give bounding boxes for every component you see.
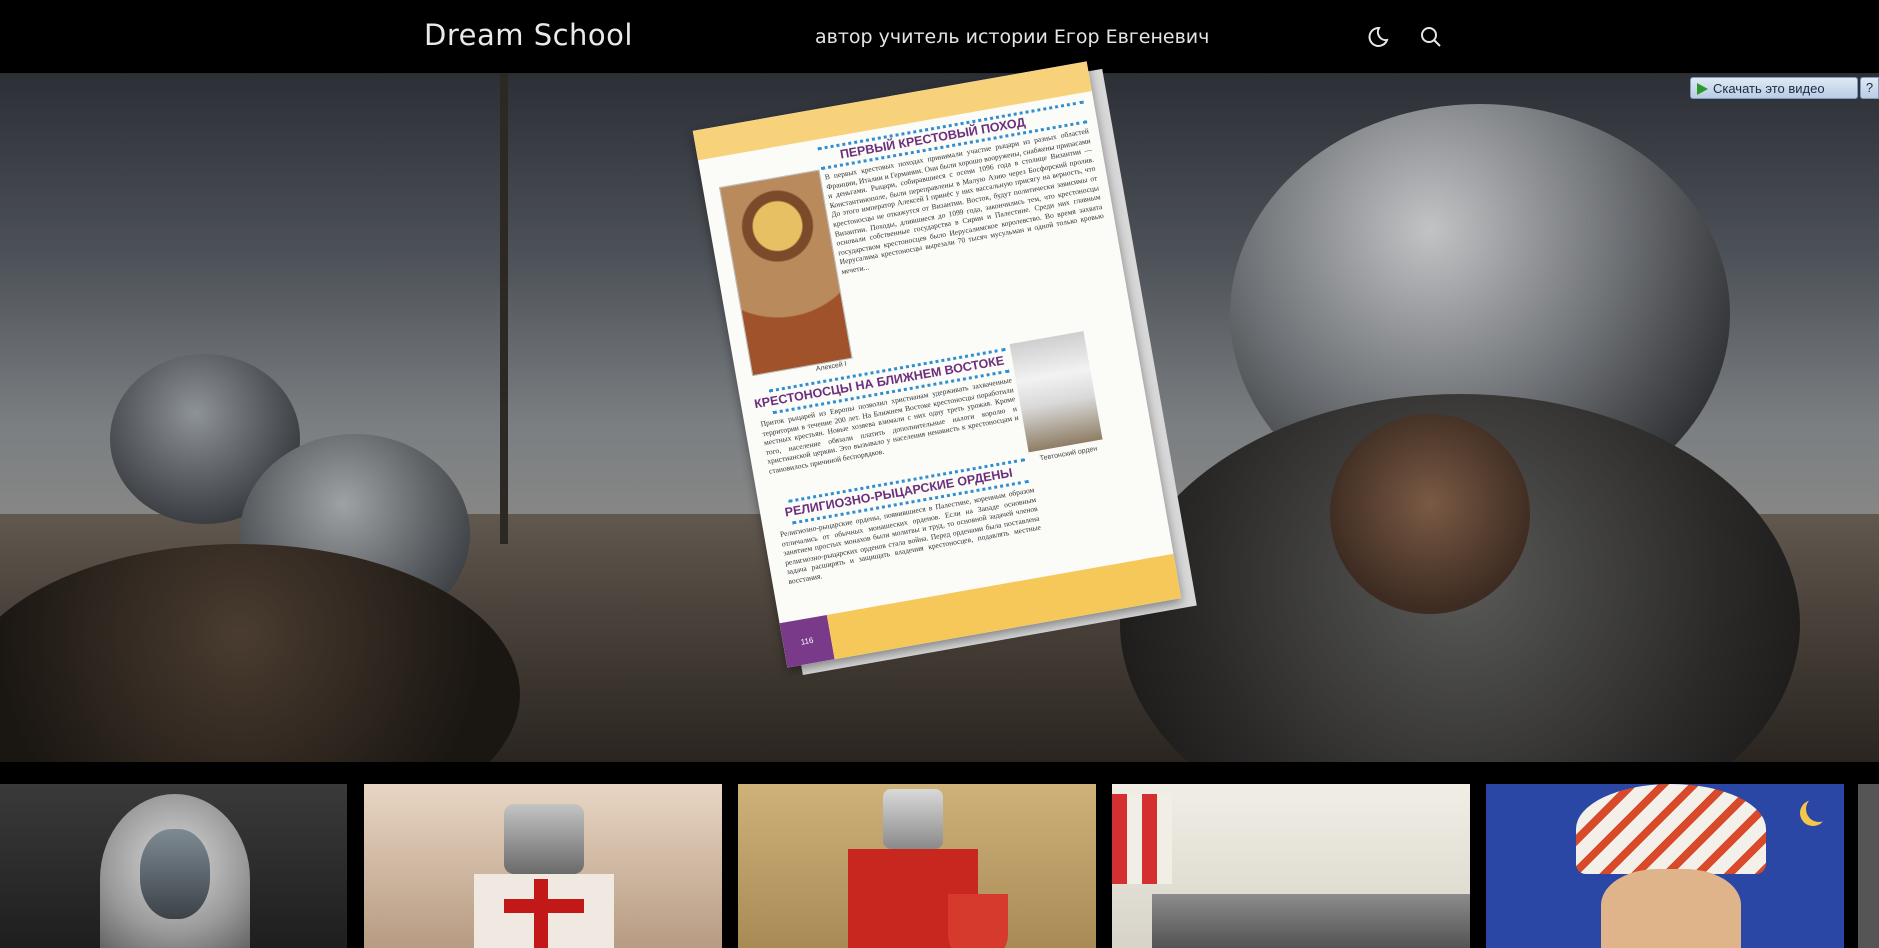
silver-mask	[140, 829, 210, 919]
author-credit: автор учитель истории Егор Евгеневич	[815, 26, 1210, 48]
thumb-veiled-king[interactable]	[0, 784, 347, 948]
download-video-button[interactable]: Скачать это видео	[1690, 77, 1858, 99]
thumb-partial[interactable]	[1858, 784, 1879, 948]
great-helm	[504, 804, 584, 874]
knight-face	[1330, 414, 1530, 614]
thumb-crusader-knights[interactable]	[364, 784, 722, 948]
knight-helm	[883, 789, 943, 849]
warrior-face	[1601, 869, 1741, 948]
download-video-label: Скачать это видео	[1713, 81, 1825, 96]
thumb-saracen-warrior[interactable]	[1486, 784, 1844, 948]
red-shield	[948, 894, 1008, 948]
moon-icon[interactable]	[1362, 22, 1392, 52]
spear-shaft	[500, 74, 508, 544]
red-cross-horizontal	[504, 899, 584, 913]
crescent-moon	[1806, 796, 1832, 822]
thumb-crusader-army[interactable]	[1112, 784, 1470, 948]
site-brand[interactable]: Dream School	[424, 18, 633, 52]
search-icon[interactable]	[1416, 22, 1446, 52]
army-crowd	[1152, 894, 1470, 948]
page-number: 116	[779, 614, 835, 668]
red-cross-vertical	[534, 879, 548, 948]
site-header: Dream School автор учитель истории Егор …	[0, 0, 1879, 74]
thumb-hospitaller-knight[interactable]	[738, 784, 1096, 948]
thumbnail-strip	[0, 762, 1879, 948]
teutonic-knight-image	[1009, 331, 1103, 453]
turban	[1576, 784, 1766, 874]
banner-flag	[1112, 794, 1172, 884]
play-icon	[1697, 83, 1708, 95]
video-help-button[interactable]: ?	[1860, 77, 1879, 99]
